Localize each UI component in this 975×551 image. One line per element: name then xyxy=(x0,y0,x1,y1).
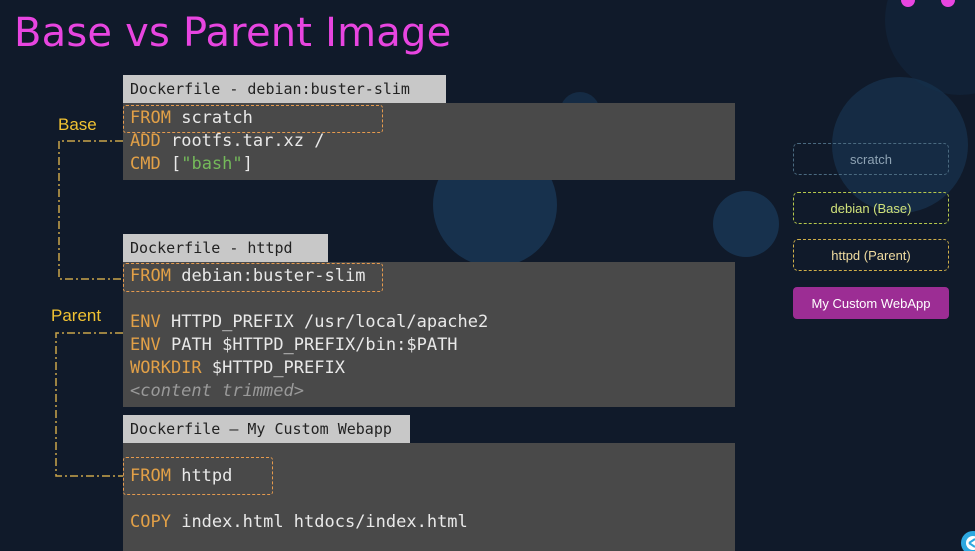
decorative-dots xyxy=(901,0,955,7)
code-line-cmd: CMD ["bash"] xyxy=(130,154,253,174)
cloud-icon xyxy=(961,531,975,551)
highlight-from-httpd xyxy=(123,457,273,495)
dockerfile-debian-tab: Dockerfile - debian:buster-slim xyxy=(123,75,446,103)
slide-title: Base vs Parent Image xyxy=(14,10,452,56)
parent-label: Parent xyxy=(51,306,102,325)
parent-connector xyxy=(55,332,123,477)
code-line-workdir: WORKDIR $HTTPD_PREFIX xyxy=(130,358,345,378)
base-label: Base xyxy=(58,115,97,134)
base-connector xyxy=(58,140,123,280)
code-line-env-prefix: ENV HTTPD_PREFIX /usr/local/apache2 xyxy=(130,312,489,332)
dockerfile-webapp-tab: Dockerfile – My Custom Webapp xyxy=(123,415,410,443)
code-line-copy: COPY index.html htdocs/index.html xyxy=(130,512,468,532)
highlight-from-debian xyxy=(123,263,383,292)
legend-debian-base: debian (Base) xyxy=(793,192,949,224)
code-line-comment: <content trimmed> xyxy=(130,381,304,401)
legend-scratch: scratch xyxy=(793,143,949,175)
code-line-env-path: ENV PATH $HTTPD_PREFIX/bin:$PATH xyxy=(130,335,458,355)
legend-custom-webapp: My Custom WebApp xyxy=(793,287,949,319)
dockerfile-httpd-tab: Dockerfile - httpd xyxy=(123,234,328,262)
code-line-add: ADD rootfs.tar.xz / xyxy=(130,131,325,151)
highlight-from-scratch xyxy=(123,105,383,133)
legend-httpd-parent: httpd (Parent) xyxy=(793,239,949,271)
